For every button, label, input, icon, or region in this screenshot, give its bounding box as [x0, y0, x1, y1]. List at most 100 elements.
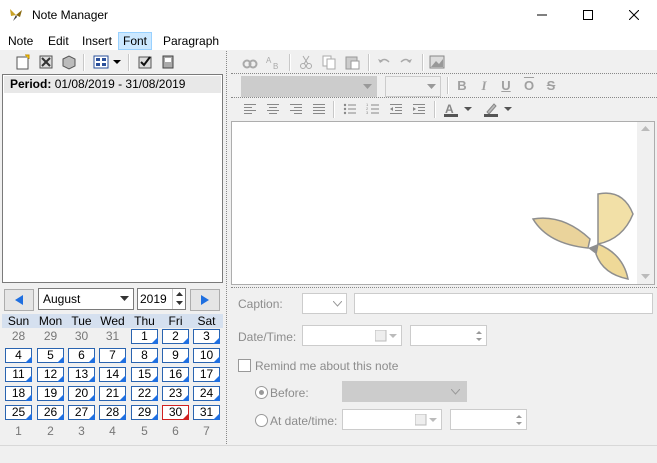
calendar-day[interactable]: 1 [131, 329, 158, 344]
calendar-day[interactable]: 21 [99, 386, 126, 401]
overline-button[interactable]: O [520, 77, 538, 95]
calendar-day[interactable]: 19 [37, 386, 64, 401]
at-datetime-radio[interactable] [255, 414, 268, 427]
calendar-day[interactable]: 26 [37, 405, 64, 420]
numbering-button[interactable]: 123 [364, 100, 382, 118]
calendar-day[interactable]: 8 [131, 348, 158, 363]
replace-button[interactable]: AB [264, 53, 282, 71]
next-month-button[interactable] [190, 289, 220, 311]
calendar-day[interactable]: 25 [5, 405, 32, 420]
calendar-day[interactable]: 15 [131, 367, 158, 382]
calendar-day[interactable]: 20 [68, 386, 95, 401]
mark-done-button[interactable] [136, 53, 154, 71]
cut-button[interactable] [297, 53, 315, 71]
strikethrough-button[interactable]: S [542, 77, 560, 95]
close-button[interactable] [611, 0, 657, 30]
delete-note-button[interactable] [37, 53, 55, 71]
calendar-day[interactable]: 7 [193, 424, 220, 439]
calendar-day[interactable]: 29 [37, 329, 64, 344]
calendar-day[interactable]: 30 [162, 405, 189, 420]
underline-button[interactable]: U [497, 77, 515, 95]
calendar-day[interactable]: 31 [99, 329, 126, 344]
calendar-day[interactable]: 10 [193, 348, 220, 363]
bold-button[interactable]: B [453, 77, 471, 95]
calendar-day[interactable]: 7 [99, 348, 126, 363]
reminder-time-spinner[interactable] [450, 409, 527, 430]
prev-month-button[interactable] [4, 289, 34, 311]
menu-font[interactable]: Font [118, 32, 153, 50]
align-center-button[interactable] [264, 100, 282, 118]
calendar-day[interactable]: 31 [193, 405, 220, 420]
month-select[interactable]: August [38, 288, 134, 310]
calendar-day[interactable]: 11 [5, 367, 32, 382]
archive-note-button[interactable] [60, 53, 78, 71]
font-name-combo[interactable] [241, 76, 377, 97]
caption-type-combo[interactable] [302, 293, 347, 314]
editor-scrollbar[interactable] [637, 122, 654, 284]
calendar-day[interactable]: 30 [68, 329, 95, 344]
redo-button[interactable] [397, 53, 415, 71]
calendar-day[interactable]: 13 [68, 367, 95, 382]
calendar-day[interactable]: 23 [162, 386, 189, 401]
time-spinner[interactable] [410, 325, 487, 346]
calendar-day[interactable]: 14 [99, 367, 126, 382]
calendar-day[interactable]: 22 [131, 386, 158, 401]
calendar-day[interactable]: 16 [162, 367, 189, 382]
undo-button[interactable] [375, 53, 393, 71]
year-spinner[interactable]: 2019 [137, 288, 186, 310]
calendar-day[interactable]: 18 [5, 386, 32, 401]
remind-checkbox[interactable] [238, 359, 251, 372]
decrease-indent-button[interactable] [387, 100, 405, 118]
calendar-day[interactable]: 3 [193, 329, 220, 344]
calendar-day[interactable]: 27 [68, 405, 95, 420]
menu-note[interactable]: Note [4, 32, 37, 50]
minimize-button[interactable] [519, 0, 565, 30]
caption-input[interactable] [354, 293, 653, 314]
calendar-day[interactable]: 28 [99, 405, 126, 420]
calendar-day[interactable]: 5 [131, 424, 158, 439]
properties-button[interactable] [159, 53, 177, 71]
highlight-dropdown[interactable] [503, 100, 513, 118]
calendar-day[interactable]: 17 [193, 367, 220, 382]
calendar-day[interactable]: 2 [37, 424, 64, 439]
before-combo[interactable] [342, 381, 467, 402]
menu-paragraph[interactable]: Paragraph [159, 32, 223, 50]
calendar-day[interactable]: 2 [162, 329, 189, 344]
menu-insert[interactable]: Insert [78, 32, 116, 50]
note-editor[interactable] [231, 121, 655, 285]
date-picker[interactable] [302, 325, 402, 346]
calendar-day[interactable]: 6 [162, 424, 189, 439]
calendar-day[interactable]: 3 [68, 424, 95, 439]
view-mode-button[interactable] [92, 53, 110, 71]
calendar-day[interactable]: 1 [5, 424, 32, 439]
increase-indent-button[interactable] [410, 100, 428, 118]
insert-picture-button[interactable] [428, 53, 446, 71]
calendar-day[interactable]: 12 [37, 367, 64, 382]
highlight-button[interactable] [482, 100, 500, 118]
menu-edit[interactable]: Edit [44, 32, 73, 50]
font-color-dropdown[interactable] [463, 100, 473, 118]
align-left-button[interactable] [241, 100, 259, 118]
calendar-day[interactable]: 6 [68, 348, 95, 363]
bullets-button[interactable] [341, 100, 359, 118]
calendar-day[interactable]: 5 [37, 348, 64, 363]
maximize-button[interactable] [565, 0, 611, 30]
find-button[interactable] [241, 53, 259, 71]
view-mode-dropdown[interactable] [111, 53, 123, 71]
calendar-day[interactable]: 9 [162, 348, 189, 363]
paste-button[interactable] [343, 53, 361, 71]
align-right-button[interactable] [287, 100, 305, 118]
calendar-day[interactable]: 28 [5, 329, 32, 344]
notes-list[interactable]: Period: 01/08/2019 - 31/08/2019 [2, 74, 223, 283]
calendar-day[interactable]: 29 [131, 405, 158, 420]
calendar-day[interactable]: 4 [99, 424, 126, 439]
period-row[interactable]: Period: 01/08/2019 - 31/08/2019 [4, 76, 221, 93]
italic-button[interactable]: I [475, 77, 493, 95]
panel-splitter[interactable] [226, 51, 227, 444]
calendar-day[interactable]: 24 [193, 386, 220, 401]
justify-button[interactable] [310, 100, 328, 118]
before-radio[interactable] [255, 386, 268, 399]
font-color-button[interactable]: A [442, 100, 460, 118]
font-size-combo[interactable] [385, 76, 441, 97]
reminder-date-picker[interactable] [342, 409, 442, 430]
